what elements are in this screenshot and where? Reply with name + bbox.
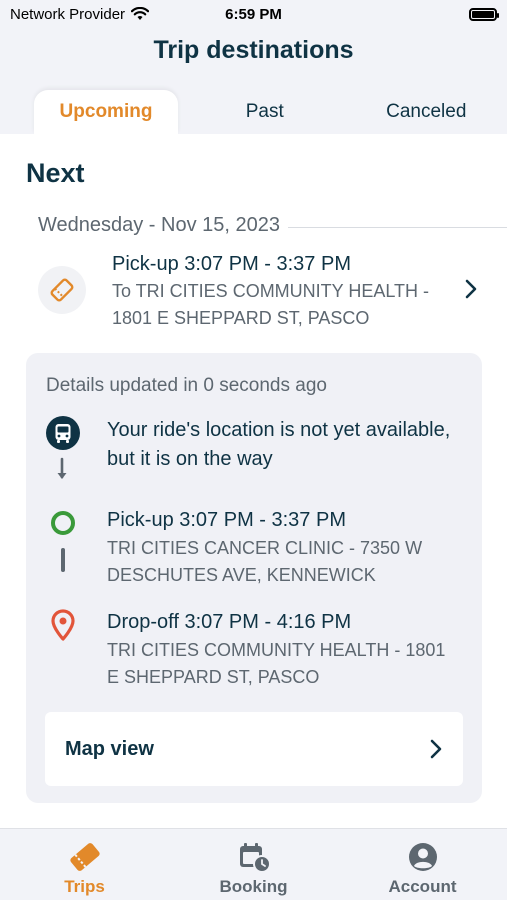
map-view-button[interactable]: Map view	[45, 712, 463, 786]
nav-account-label: Account	[388, 877, 457, 896]
chevron-right-icon	[465, 279, 477, 299]
dropoff-address: TRI CITIES COMMUNITY HEALTH - 1801 E SHE…	[107, 640, 446, 687]
pickup-address: TRI CITIES CANCER CLINIC - 7350 W DESCHU…	[107, 538, 423, 585]
section-title: Next	[26, 158, 85, 188]
ticket-icon	[50, 278, 74, 302]
main-content: Next Wednesday - Nov 15, 2023 Pick-up 3:…	[0, 134, 507, 828]
status-bar: Network Provider 6:59 PM	[0, 0, 507, 28]
trip-details-card: Details updated in 0 seconds ago Your ri…	[26, 353, 482, 803]
carrier-name: Network Provider	[10, 5, 126, 23]
trip-destination: To TRI CITIES COMMUNITY HEALTH - 1801 E …	[112, 281, 430, 328]
bottom-nav: Trips Booking Account	[0, 828, 507, 900]
date-header: Wednesday - Nov 15, 2023	[38, 214, 507, 237]
bus-icon	[46, 416, 80, 450]
ride-status-step: Your ride's location is not yet availabl…	[46, 416, 466, 476]
route-connector	[61, 548, 65, 572]
trip-pickup-time: Pick-up 3:07 PM - 3:37 PM	[112, 253, 351, 275]
dropoff-text: Drop-off 3:07 PM - 4:16 PM TRI CITIES CO…	[107, 608, 462, 691]
tab-upcoming[interactable]: Upcoming	[34, 90, 178, 134]
map-view-label: Map view	[65, 737, 154, 760]
nav-booking[interactable]: Booking	[169, 829, 338, 900]
nav-booking-label: Booking	[219, 877, 288, 896]
nav-account[interactable]: Account	[338, 829, 507, 900]
trip-text: Pick-up 3:07 PM - 3:37 PM To TRI CITIES …	[112, 250, 452, 332]
dropoff-title: Drop-off 3:07 PM - 4:16 PM	[107, 611, 352, 633]
ticket-icon	[68, 841, 102, 873]
calendar-clock-icon	[237, 841, 271, 873]
tab-bar: Upcoming Past Canceled	[0, 90, 507, 134]
pickup-step: Pick-up 3:07 PM - 3:37 PM TRI CITIES CAN…	[46, 506, 466, 586]
pickup-text: Pick-up 3:07 PM - 3:37 PM TRI CITIES CAN…	[107, 506, 462, 589]
trip-date: Wednesday - Nov 15, 2023	[38, 214, 281, 236]
battery-fill	[472, 10, 494, 18]
trip-icon-circle	[38, 266, 86, 314]
tab-canceled[interactable]: Canceled	[346, 90, 507, 134]
ride-status-text: Your ride's location is not yet availabl…	[107, 419, 451, 470]
page-title: Trip destinations	[153, 36, 354, 64]
nav-trips-label: Trips	[64, 877, 105, 896]
account-icon	[406, 841, 440, 873]
divider	[288, 226, 507, 228]
wifi-icon	[131, 7, 150, 20]
nav-trips[interactable]: Trips	[0, 829, 169, 900]
arrow-down-icon	[57, 457, 67, 479]
tab-past[interactable]: Past	[184, 90, 346, 134]
ride-status-text-wrap: Your ride's location is not yet availabl…	[107, 416, 462, 474]
pickup-circle-icon	[46, 506, 80, 540]
chevron-right-icon	[430, 739, 442, 759]
battery-icon	[469, 7, 499, 21]
pickup-title: Pick-up 3:07 PM - 3:37 PM	[107, 509, 346, 531]
status-left: Network Provider	[10, 5, 150, 23]
updated-text: Details updated in 0 seconds ago	[46, 375, 327, 396]
trip-row[interactable]: Pick-up 3:07 PM - 3:37 PM To TRI CITIES …	[38, 250, 488, 330]
location-pin-icon	[46, 608, 80, 642]
dropoff-step: Drop-off 3:07 PM - 4:16 PM TRI CITIES CO…	[46, 608, 466, 688]
